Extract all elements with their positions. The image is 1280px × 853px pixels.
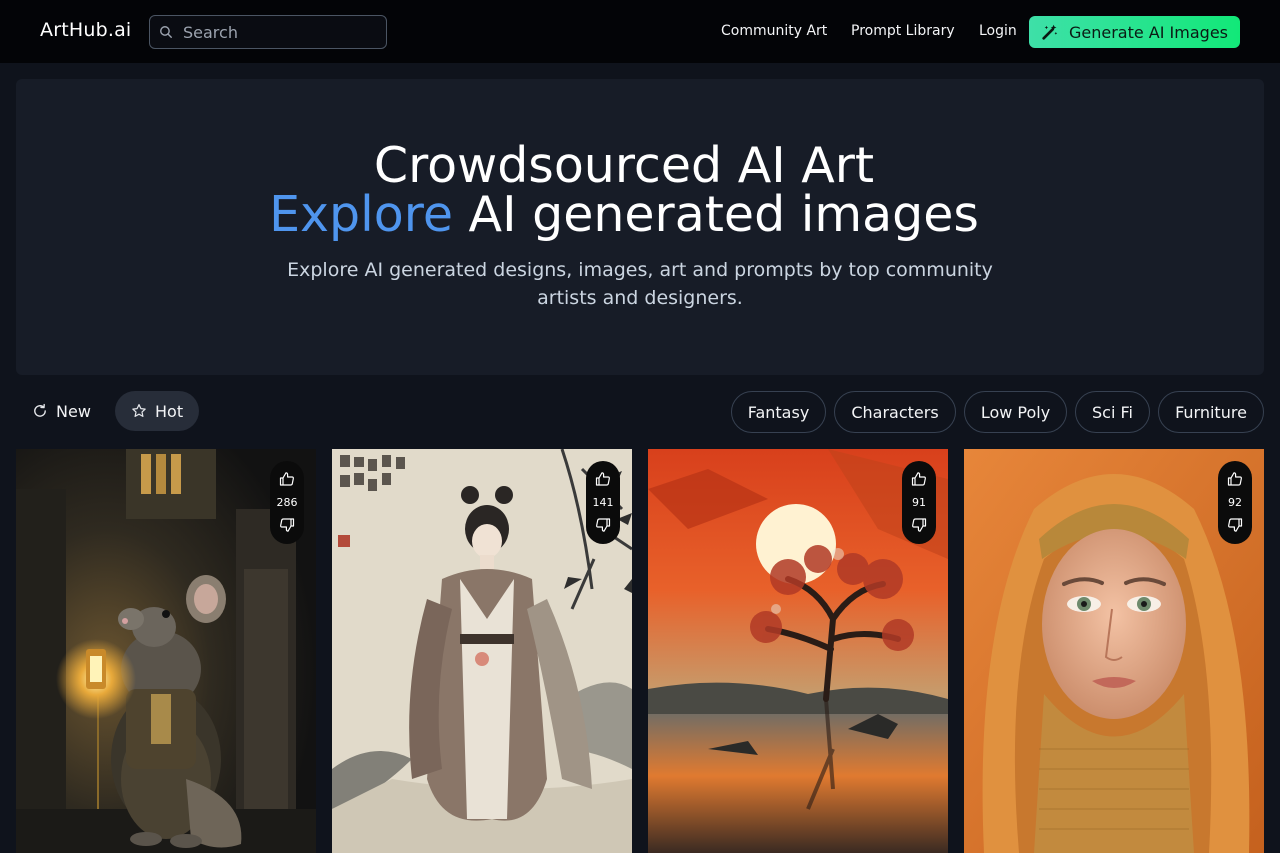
thumbs-up-icon — [911, 472, 926, 486]
image-card[interactable]: 141 — [332, 449, 632, 853]
generate-ai-images-button[interactable]: Generate AI Images — [1029, 16, 1240, 48]
like-count: 91 — [912, 496, 926, 509]
hero-title: Crowdsourced AI Art — [373, 137, 875, 194]
sort-hot-button[interactable]: Hot — [115, 391, 200, 431]
image-card[interactable]: 92 — [964, 449, 1264, 853]
nav-login[interactable]: Login — [979, 23, 1017, 39]
star-icon — [132, 404, 146, 417]
magic-wand-icon — [1042, 24, 1058, 40]
downvote-button[interactable] — [1218, 512, 1252, 538]
downvote-button[interactable] — [270, 512, 304, 538]
thumbs-down-icon — [280, 518, 295, 532]
thumbs-down-icon — [1228, 518, 1243, 532]
thumbs-up-icon — [1227, 472, 1242, 486]
like-count: 141 — [592, 496, 614, 509]
vote-panel: 91 — [902, 461, 936, 544]
category-characters[interactable]: Characters — [834, 391, 956, 433]
category-low-poly[interactable]: Low Poly — [964, 391, 1067, 433]
like-count: 92 — [1228, 496, 1242, 509]
top-navbar: ArtHub.ai Community Art Prompt Library L… — [0, 0, 1280, 63]
image-card[interactable]: 286 — [16, 449, 316, 853]
category-fantasy[interactable]: Fantasy — [731, 391, 826, 433]
site-logo[interactable]: ArtHub.ai — [40, 19, 131, 41]
search-box[interactable] — [149, 15, 387, 49]
vote-panel: 92 — [1218, 461, 1252, 544]
refresh-icon — [34, 403, 46, 417]
vote-panel: 141 — [586, 461, 620, 544]
upvote-button[interactable] — [1218, 466, 1252, 492]
thumbs-down-icon — [596, 518, 611, 532]
thumbs-up-icon — [279, 472, 294, 486]
vote-panel: 286 — [270, 461, 304, 544]
sort-new-label: New — [56, 401, 91, 421]
upvote-button[interactable] — [586, 466, 620, 492]
thumbs-down-icon — [912, 518, 927, 532]
thumbs-up-icon — [595, 472, 610, 486]
nav-community-art[interactable]: Community Art — [721, 23, 827, 39]
upvote-button[interactable] — [270, 466, 304, 492]
hero-accent-word: Explore — [269, 186, 453, 243]
upvote-button[interactable] — [902, 466, 936, 492]
image-card[interactable]: 91 — [648, 449, 948, 853]
like-count: 286 — [276, 496, 298, 509]
sort-new-button[interactable]: New — [16, 391, 107, 431]
downvote-button[interactable] — [902, 512, 936, 538]
category-furniture[interactable]: Furniture — [1158, 391, 1264, 433]
nav-prompt-library[interactable]: Prompt Library — [851, 23, 955, 39]
hero-title-rest: AI generated images — [452, 186, 979, 243]
generate-button-label: Generate AI Images — [1068, 22, 1228, 42]
sort-hot-label: Hot — [155, 401, 184, 421]
hero-subtitle: Explore AI generated designs, images, ar… — [287, 259, 993, 309]
search-icon — [160, 26, 172, 38]
search-input[interactable] — [183, 22, 373, 42]
hero-title-line2: Explore AI generated images — [0, 190, 1248, 240]
downvote-button[interactable] — [586, 512, 620, 538]
category-sci-fi[interactable]: Sci Fi — [1075, 391, 1150, 433]
